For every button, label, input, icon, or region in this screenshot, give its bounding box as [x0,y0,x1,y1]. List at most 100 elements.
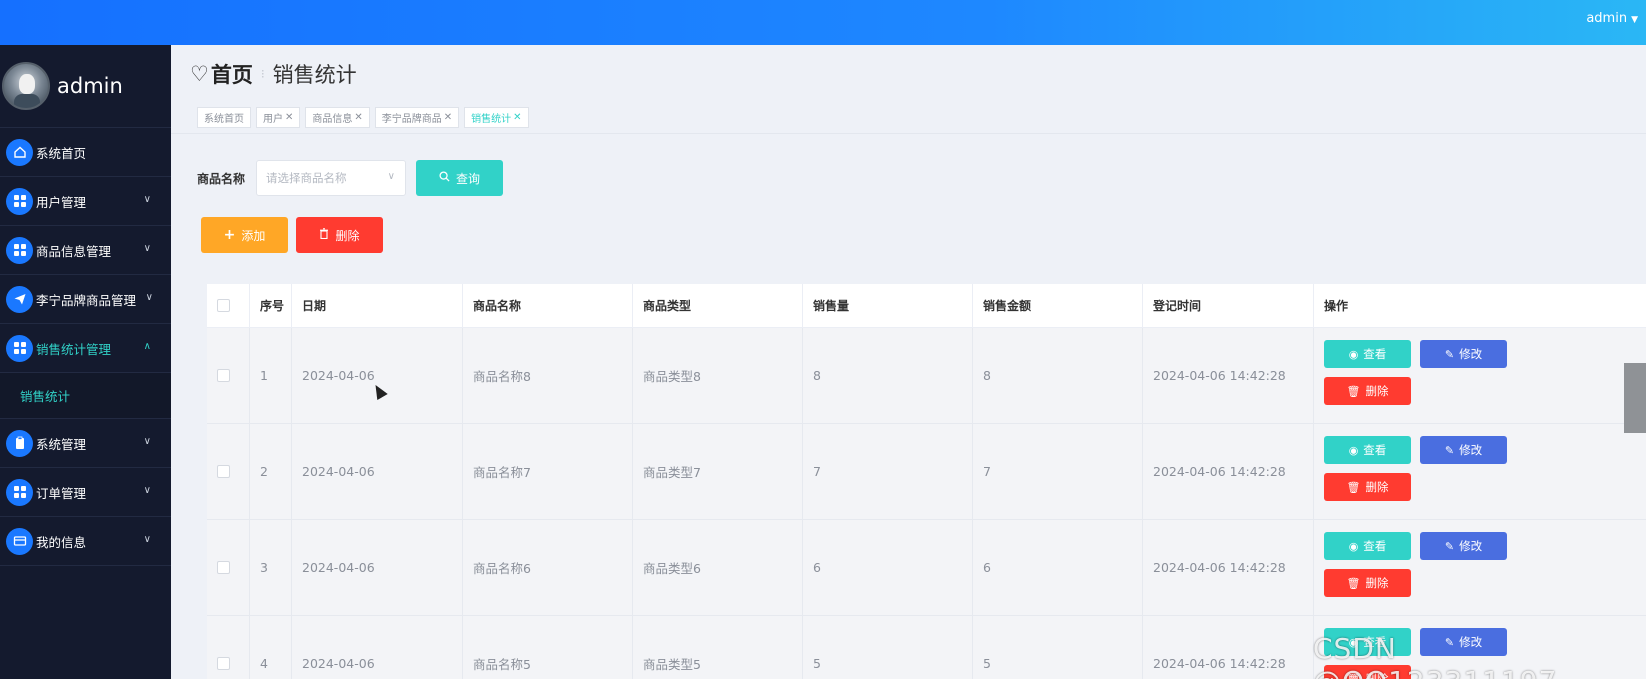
product-name-select[interactable]: 请选择商品名称 ∨ [256,160,406,196]
close-icon[interactable]: ✕ [354,112,362,123]
sidebar-item-users[interactable]: 用户管理 ∨ [0,177,171,226]
cell-no: 1 [250,328,292,423]
sidebar-item-orders[interactable]: 订单管理 ∨ [0,468,171,517]
chevron-down-icon: ∨ [143,194,151,205]
cell-qty: 5 [803,616,973,679]
chevron-down-icon: ∨ [387,171,395,182]
cell-amount: 5 [973,616,1143,679]
cell-name: 商品名称8 [463,328,633,423]
sidebar: admin 系统首页 用户管理 ∨ 商品信息管理 ∨ 李宁品牌商品管理 ∨ 销售… [0,45,171,679]
select-all-checkbox[interactable] [217,299,230,312]
tag-label: 商品信息 [312,114,353,125]
breadcrumb-home[interactable]: 首页 [211,59,253,89]
edit-button[interactable]: ✎ 修改 [1420,532,1507,560]
sidebar-item-lining-products[interactable]: 李宁品牌商品管理 ∨ [0,275,171,324]
sidebar-item-sales-stats[interactable]: 销售统计管理 ∧ [0,324,171,373]
view-button[interactable]: ◉ 查看 [1324,436,1411,464]
cell-amount: 8 [973,328,1143,423]
row-checkbox[interactable] [217,561,230,574]
select-placeholder: 请选择商品名称 [266,171,347,185]
cell-date: 2024-04-06 [292,424,463,519]
home-icon [6,138,33,166]
chevron-up-icon: ∧ [143,341,151,352]
cell-qty: 7 [803,424,973,519]
cell-time: 2024-04-06 14:42:28 [1143,328,1314,423]
chevron-down-icon: ∨ [143,243,151,254]
divider [171,133,1646,134]
cell-time: 2024-04-06 14:42:28 [1143,520,1314,615]
batch-delete-button[interactable]: 删除 [296,217,383,253]
user-menu[interactable]: admin ▼ [1586,11,1638,26]
cell-ops: ◉ 查看 ✎ 修改 🗑 删除 [1314,328,1646,423]
heart-icon: ♡ [190,62,209,86]
row-checkbox[interactable] [217,465,230,478]
close-icon[interactable]: ✕ [513,112,521,123]
tag-label: 李宁品牌商品 [381,114,442,125]
tag-user[interactable]: 用户 ✕ [256,107,301,128]
tag-sales-stats[interactable]: 销售统计 ✕ [464,107,529,128]
sidebar-item-label: 系统管理 [36,436,87,452]
user-name: admin [1586,11,1628,26]
trash-icon: 🗑 [1346,480,1361,494]
sidebar-subitem-sales-stats[interactable]: 销售统计 [0,373,171,419]
tag-product-info[interactable]: 商品信息 ✕ [305,107,370,128]
header-cell: 操作 [1324,299,1349,313]
sidebar-item-label: 李宁品牌商品管理 [36,292,137,308]
view-button[interactable]: ◉ 查看 [1324,340,1411,368]
cell-date: 2024-04-06 [292,520,463,615]
row-checkbox-cell [207,424,250,519]
view-button[interactable]: ◉ 查看 [1324,532,1411,560]
scrollbar-thumb[interactable] [1624,363,1646,433]
sidebar-item-product-info[interactable]: 商品信息管理 ∨ [0,226,171,275]
edit-button[interactable]: ✎ 修改 [1420,340,1507,368]
breadcrumb: ♡ 首页 ⁝ 销售统计 [190,59,357,89]
plus-icon: + [223,227,236,243]
chevron-down-icon: ∨ [143,436,151,447]
close-icon[interactable]: ✕ [285,112,293,123]
cell-time: 2024-04-06 14:42:28 [1143,616,1314,679]
sidebar-item-home[interactable]: 系统首页 [0,128,171,177]
search-label: 商品名称 [197,172,246,186]
sidebar-user: admin [0,45,171,128]
tag-lining-products[interactable]: 李宁品牌商品 ✕ [374,107,460,128]
delete-button[interactable]: 🗑 删除 [1324,473,1411,501]
trash-icon: 🗑 [1346,576,1361,590]
header-checkbox-cell [207,284,250,327]
delete-button[interactable]: 🗑 删除 [1324,377,1411,405]
cell-qty: 6 [803,520,973,615]
eye-icon: ◉ [1348,443,1359,457]
breadcrumb-separator: ⁝ [260,67,265,81]
cell-name: 商品名称7 [463,424,633,519]
row-checkbox-cell [207,616,250,679]
send-icon [6,285,33,313]
sidebar-item-my-info[interactable]: 我的信息 ∨ [0,517,171,566]
sidebar-item-system[interactable]: 系统管理 ∨ [0,419,171,468]
trash-icon: 🗑 [1346,384,1361,398]
grid-icon [6,236,33,264]
cell-amount: 6 [973,520,1143,615]
header-cell: 登记时间 [1143,284,1314,327]
cell-type: 商品类型5 [633,616,803,679]
watermark: CSDN @QQ123311197 [1313,632,1556,679]
cell-qty: 8 [803,328,973,423]
cell-amount: 7 [973,424,1143,519]
delete-label: 删除 [1365,480,1389,494]
cell-name: 商品名称6 [463,520,633,615]
view-label: 查看 [1363,347,1387,361]
table-row: 2 2024-04-06 商品名称7 商品类型7 7 7 2024-04-06 … [207,424,1646,520]
close-icon[interactable]: ✕ [444,112,452,123]
table-header: 序号 日期 商品名称 商品类型 销售量 销售金额 登记时间 操作 [207,284,1646,328]
cell-date: 2024-04-06 [292,328,463,423]
edit-label: 修改 [1459,539,1483,553]
search-button[interactable]: 查询 [416,160,503,196]
row-checkbox[interactable] [217,369,230,382]
edit-label: 修改 [1459,347,1483,361]
delete-button[interactable]: 🗑 删除 [1324,569,1411,597]
row-checkbox[interactable] [217,657,230,670]
header-cell: 销售量 [803,284,973,327]
tag-home[interactable]: 系统首页 [197,107,251,128]
edit-button[interactable]: ✎ 修改 [1420,436,1507,464]
cell-time: 2024-04-06 14:42:28 [1143,424,1314,519]
tag-label: 系统首页 [204,114,244,125]
add-button[interactable]: + 添加 [201,217,288,253]
